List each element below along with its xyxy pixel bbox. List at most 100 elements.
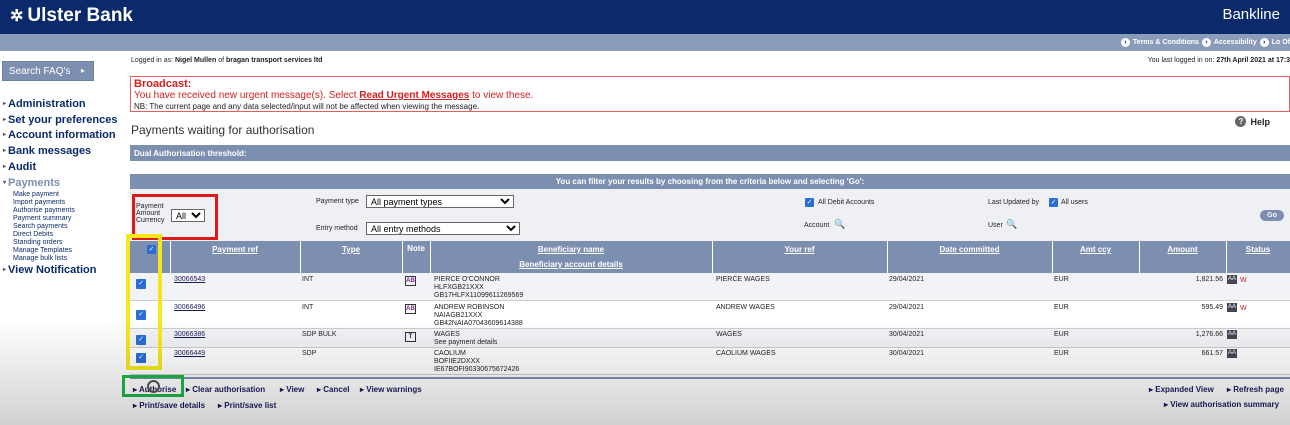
column-divider [170, 241, 171, 273]
address-book-icon[interactable]: AB [405, 304, 416, 314]
mouse-cursor-icon [147, 380, 160, 393]
top-banner: ✲ Ulster Bank Bankline [0, 0, 1290, 34]
address-book-icon[interactable]: AB [405, 276, 416, 286]
amount-cell: 1,821.56 [1195, 276, 1223, 283]
expanded-view-label: Expanded View [1155, 385, 1214, 394]
login-of: of [218, 57, 225, 64]
submenu-search-payments[interactable]: Search payments [13, 223, 123, 231]
col-amount[interactable]: Amount [1139, 245, 1226, 254]
payment-ref-link[interactable]: 30066449 [174, 350, 205, 358]
submenu-make-payment[interactable]: Make payment [13, 191, 123, 199]
read-urgent-messages-link[interactable]: Read Urgent Messages [359, 90, 469, 101]
awaiting-authorisation-icon: AA [1227, 330, 1238, 339]
sidebar-item-preferences[interactable]: ▸ Set your preferences [3, 113, 123, 129]
accessibility-link[interactable]: Accessibility [1214, 39, 1257, 46]
all-debit-accounts-checkbox[interactable]: ✓ [805, 198, 814, 207]
submenu-manage-templates[interactable]: Manage Templates [13, 247, 123, 255]
template-icon[interactable]: T [405, 332, 416, 342]
main-content: Logged in as: Nigel Mullen of bragan tra… [128, 51, 1290, 425]
col-your-ref[interactable]: Your ref [712, 245, 887, 254]
search-faq-button[interactable]: Search FAQ's ▸ [2, 61, 94, 81]
view-warnings-link[interactable]: ▸ View warnings [360, 385, 422, 394]
col-beneficiary-name[interactable]: Beneficiary name [430, 245, 712, 254]
sidebar-item-view-notification[interactable]: ▸ View Notification [3, 263, 123, 279]
sidebar-item-label: Audit [8, 160, 37, 173]
broadcast-text-end: to view these. [472, 90, 534, 101]
view-authorisation-summary-link[interactable]: ▸ View authorisation summary [1164, 400, 1279, 409]
help-link[interactable]: ? Help [1235, 116, 1270, 127]
payment-type-label: Payment type [316, 198, 359, 205]
brand-mark-icon: ✲ [10, 8, 24, 25]
column-divider [1226, 241, 1227, 273]
expanded-view-link[interactable]: ▸ Expanded View [1149, 385, 1214, 394]
warning-icon[interactable]: W [1240, 305, 1247, 312]
submenu-manage-bulk-lists[interactable]: Manage bulk lists [13, 255, 123, 263]
submenu-authorise-payments[interactable]: Authorise payments [13, 207, 123, 215]
refresh-page-link[interactable]: ▸ Refresh page [1227, 385, 1284, 394]
sidebar-item-label: Set your preferences [8, 113, 118, 126]
go-button[interactable]: Go [1260, 210, 1284, 221]
broadcast-panel: Broadcast: You have received new urgent … [130, 76, 1290, 112]
payment-type-select[interactable]: All payment types [366, 195, 514, 208]
submenu-payment-summary[interactable]: Payment summary [13, 215, 123, 223]
col-payment-ref[interactable]: Payment ref [170, 245, 300, 254]
sidebar-item-administration[interactable]: ▸ Administration [3, 97, 123, 113]
ulster-bank-logo[interactable]: ✲ Ulster Bank [10, 5, 133, 27]
sidebar: Search FAQ's ▸ ▸ Administration ▸ Set your… [0, 51, 124, 425]
col-amt-ccy[interactable]: Amt ccy [1052, 245, 1139, 254]
col-date-committed[interactable]: Date committed [887, 245, 1052, 254]
user-label: User [988, 222, 1003, 229]
triangle-icon: ▸ [3, 116, 7, 123]
submenu-direct-debits[interactable]: Direct Debits [13, 231, 123, 239]
table-row: ✓ 30066496 INT AB ANDREW ROBINSON NAIAGB… [130, 301, 1290, 329]
warning-icon[interactable]: W [1240, 277, 1247, 284]
sidebar-item-payments[interactable]: ▾ Payments [3, 176, 123, 192]
your-ref-cell: ANDREW WAGES [716, 304, 775, 311]
col-beneficiary-details[interactable]: Beneficiary account details [430, 260, 712, 269]
broadcast-text: You have received new urgent message(s).… [134, 90, 357, 101]
column-divider [300, 241, 301, 273]
sidebar-item-bank-messages[interactable]: ▸ Bank messages [3, 144, 123, 160]
user-search-icon[interactable]: 🔍 [1006, 219, 1017, 230]
payment-ref-link[interactable]: 30066543 [174, 276, 205, 284]
awaiting-authorisation-icon: AA [1227, 349, 1238, 358]
col-note: Note [407, 244, 425, 253]
submenu-import-payments[interactable]: Import payments [13, 199, 123, 207]
view-link[interactable]: ▸ View [280, 385, 304, 394]
your-ref-cell: WAGES [716, 331, 742, 338]
date-cell: 30/04/2021 [889, 350, 925, 357]
all-users-label: All users [1061, 199, 1088, 206]
all-users-checkbox[interactable]: ✓ [1049, 198, 1058, 207]
account-search-icon[interactable]: 🔍 [834, 219, 845, 230]
clear-authorisation-link[interactable]: ▸ Clear authorisation [186, 385, 265, 394]
page-title: Payments waiting for authorisation [131, 123, 315, 137]
filter-panel: Payment Amount Currency All Payment type… [130, 189, 1290, 241]
print-details-link[interactable]: ▸ Print/save details [133, 401, 205, 410]
company-name: bragan transport services ltd [225, 57, 323, 64]
broadcast-note: NB: The current page and any data select… [134, 102, 480, 111]
column-divider [1052, 241, 1053, 273]
entry-method-select[interactable]: All entry methods [366, 222, 520, 235]
help-label: Help [1250, 116, 1270, 127]
sidebar-item-account-information[interactable]: ▸ Account information [3, 128, 123, 144]
beneficiary-iban: GB42NAIA07043609614388 [434, 320, 523, 327]
submenu-standing-orders[interactable]: Standing orders [13, 239, 123, 247]
search-faq-label: Search FAQ's [9, 66, 71, 77]
terms-link[interactable]: Terms & Conditions [1133, 39, 1199, 46]
beneficiary-name: PIERCE O'CONNOR [434, 276, 500, 283]
type-cell: SDP BULK [302, 331, 337, 338]
print-list-label: Print/save list [224, 401, 277, 410]
col-type[interactable]: Type [300, 245, 402, 254]
broadcast-message: You have received new urgent message(s).… [134, 90, 1286, 102]
sidebar-item-audit[interactable]: ▸ Audit [3, 160, 123, 176]
payment-ref-link[interactable]: 30066386 [174, 331, 205, 339]
payment-ref-link[interactable]: 30066496 [174, 304, 205, 312]
utility-bar: › Terms & Conditions › Accessibility › L… [0, 34, 1290, 51]
sidebar-item-label: Payments [8, 176, 60, 189]
logout-link[interactable]: Lo Of [1272, 39, 1290, 46]
cancel-link[interactable]: ▸ Cancel [317, 385, 349, 394]
brand-name: Ulster Bank [27, 5, 134, 26]
your-ref-cell: CAOLIUM WAGES [716, 350, 776, 357]
print-list-link[interactable]: ▸ Print/save list [218, 401, 276, 410]
col-status[interactable]: Status [1226, 245, 1290, 254]
